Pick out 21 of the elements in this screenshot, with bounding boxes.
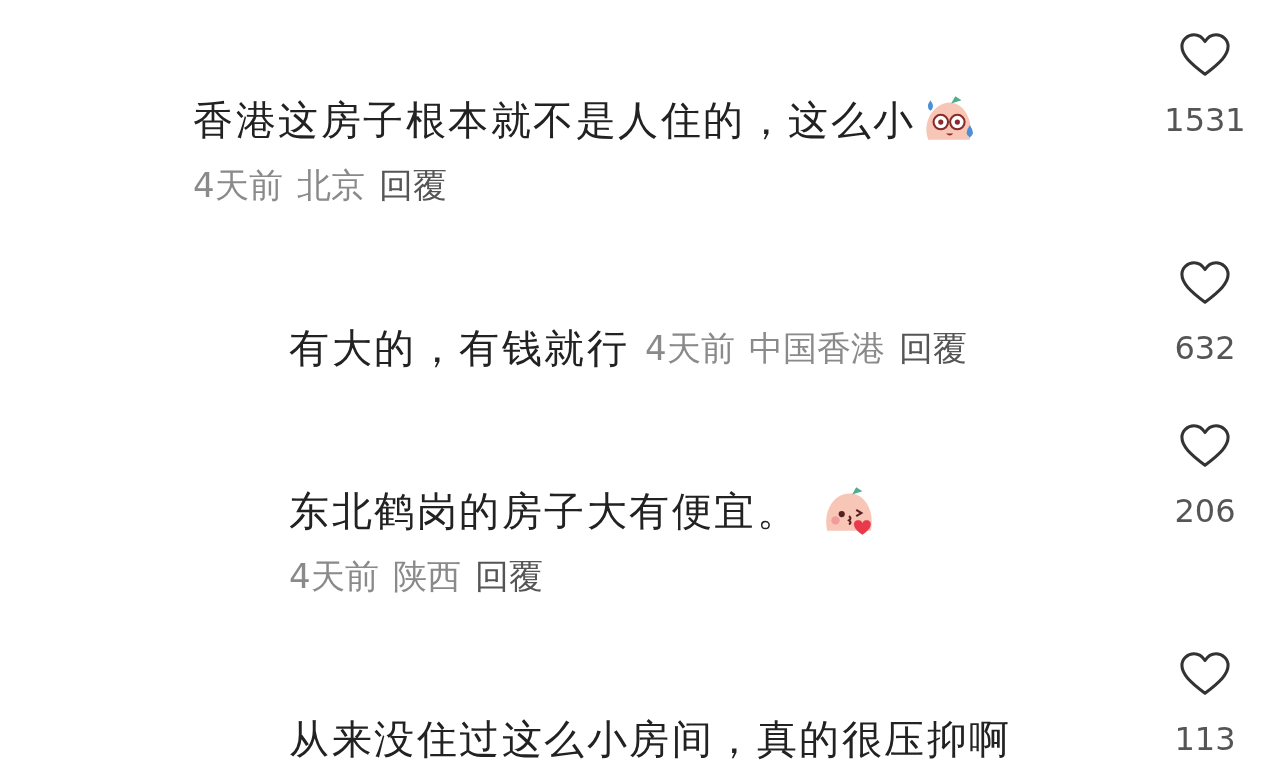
comment-text: 有大的，有钱就行: [289, 323, 629, 373]
like-count: 206: [1174, 491, 1236, 531]
comment-text: 从来没住过这么小房间，真的很压抑啊: [289, 714, 1012, 764]
heart-icon[interactable]: [1180, 32, 1230, 78]
heart-icon[interactable]: [1180, 651, 1230, 697]
comment-text: 东北鹤岗的房子大有便宜。: [289, 486, 799, 536]
heart-icon[interactable]: [1180, 423, 1230, 469]
reply-link[interactable]: 回覆: [898, 328, 967, 368]
comment-location: 陕西: [392, 556, 461, 596]
comment-time: 4天前: [193, 165, 283, 205]
like-count: 113: [1174, 719, 1236, 759]
reply-link[interactable]: 回覆: [378, 165, 447, 205]
comment-time: 4天前: [645, 328, 735, 368]
comment-time: 4天前: [289, 556, 379, 596]
comment-text: 香港这房子根本就不是人住的，这么小: [193, 95, 916, 145]
heart-icon[interactable]: [1180, 260, 1230, 306]
reply-link[interactable]: 回覆: [474, 556, 543, 596]
comment-location: 北京: [296, 165, 365, 205]
comment-location: 中国香港: [748, 328, 885, 368]
like-count: 1531: [1164, 100, 1246, 140]
like-count: 632: [1174, 328, 1236, 368]
